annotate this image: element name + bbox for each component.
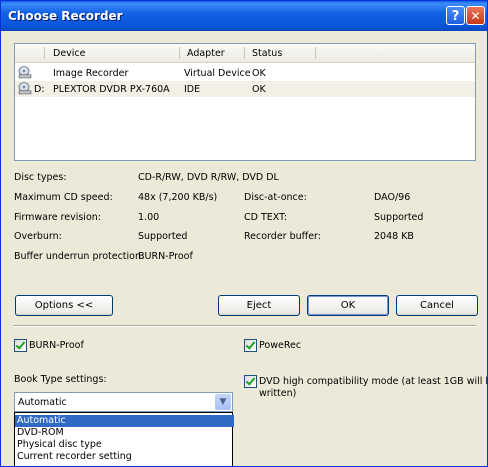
column-header-adapter[interactable]: Adapter <box>187 48 225 59</box>
column-header-device[interactable]: Device <box>53 48 86 59</box>
column-separator[interactable] <box>244 47 245 59</box>
help-button[interactable]: ? <box>446 6 465 25</box>
disc-at-once-label: Disc-at-once: <box>244 192 307 203</box>
cd-text-label: CD TEXT: <box>244 212 288 223</box>
book-type-label: Book Type settings: <box>14 374 107 385</box>
powerec-checkbox[interactable] <box>244 339 257 352</box>
dropdown-option-current-recorder-setting[interactable]: Current recorder setting <box>15 451 234 463</box>
firmware-label: Firmware revision: <box>14 212 101 223</box>
recorder-buffer-value: 2048 KB <box>374 231 414 242</box>
disc-types-label: Disc types: <box>14 172 67 183</box>
book-type-dropdown-list: Automatic DVD-ROM Physical disc type Cur… <box>14 412 234 466</box>
burn-proof-checkbox[interactable] <box>14 339 27 352</box>
max-cd-speed-value: 48x (7,200 KB/s) <box>138 192 218 203</box>
dvd-drive-icon <box>18 82 32 95</box>
max-cd-speed-label: Maximum CD speed: <box>14 192 113 203</box>
overburn-value: Supported <box>138 231 188 242</box>
disc-at-once-value: DAO/96 <box>374 192 411 203</box>
firmware-value: 1.00 <box>138 212 160 223</box>
dropdown-option-automatic[interactable]: Automatic <box>15 415 234 427</box>
window-title: Choose Recorder <box>8 9 123 23</box>
row-status: OK <box>252 68 266 79</box>
cd-text-value: Supported <box>374 212 424 223</box>
column-separator[interactable] <box>44 47 45 59</box>
book-type-select[interactable]: Automatic ▼ <box>14 392 233 412</box>
recorder-buffer-label: Recorder buffer: <box>244 231 321 242</box>
column-separator[interactable] <box>315 47 316 59</box>
overburn-label: Overburn: <box>14 231 62 242</box>
list-row[interactable]: Image Recorder Virtual Device OK <box>15 65 475 81</box>
buffer-underrun-value: BURN-Proof <box>138 251 193 262</box>
disc-types-value: CD-R/RW, DVD R/RW, DVD DL <box>138 172 279 183</box>
recorder-icon <box>18 66 32 79</box>
title-bar[interactable]: Choose Recorder ? ✕ <box>1 1 487 31</box>
book-type-selected-value: Automatic <box>18 397 67 408</box>
row-drive-letter: D: <box>34 84 45 95</box>
dvd-compat-label-line1[interactable]: DVD high compatibility mode (at least 1G… <box>259 376 487 387</box>
dvd-compat-checkbox[interactable] <box>244 375 257 388</box>
dvd-compat-label-line2[interactable]: written) <box>259 388 296 399</box>
cancel-button[interactable]: Cancel <box>396 295 478 316</box>
chevron-down-icon[interactable]: ▼ <box>215 394 231 410</box>
column-header-status[interactable]: Status <box>252 48 282 59</box>
burn-proof-label[interactable]: BURN-Proof <box>29 340 84 351</box>
row-status: OK <box>252 84 266 95</box>
buffer-underrun-label: Buffer underrun protection: <box>14 251 145 262</box>
dropdown-option-dvd-rom[interactable]: DVD-ROM <box>15 427 234 439</box>
divider <box>14 325 476 327</box>
options-button[interactable]: Options << <box>15 295 113 316</box>
recorder-list[interactable]: Device Adapter Status Image Recorder Vir… <box>14 43 476 161</box>
choose-recorder-dialog: Choose Recorder ? ✕ Device Adapter Statu… <box>0 0 488 467</box>
ok-button[interactable]: OK <box>307 295 389 316</box>
row-device: PLEXTOR DVDR PX-760A <box>53 84 170 95</box>
powerec-label[interactable]: PoweRec <box>259 340 301 351</box>
row-adapter: Virtual Device <box>184 68 251 79</box>
list-row[interactable]: D: PLEXTOR DVDR PX-760A IDE OK <box>15 81 475 97</box>
list-header: Device Adapter Status <box>15 44 475 63</box>
dropdown-option-physical-disc-type[interactable]: Physical disc type <box>15 439 234 451</box>
column-separator[interactable] <box>179 47 180 59</box>
row-device: Image Recorder <box>53 68 129 79</box>
eject-button[interactable]: Eject <box>218 295 300 316</box>
row-adapter: IDE <box>184 84 201 95</box>
close-button[interactable]: ✕ <box>466 6 485 25</box>
